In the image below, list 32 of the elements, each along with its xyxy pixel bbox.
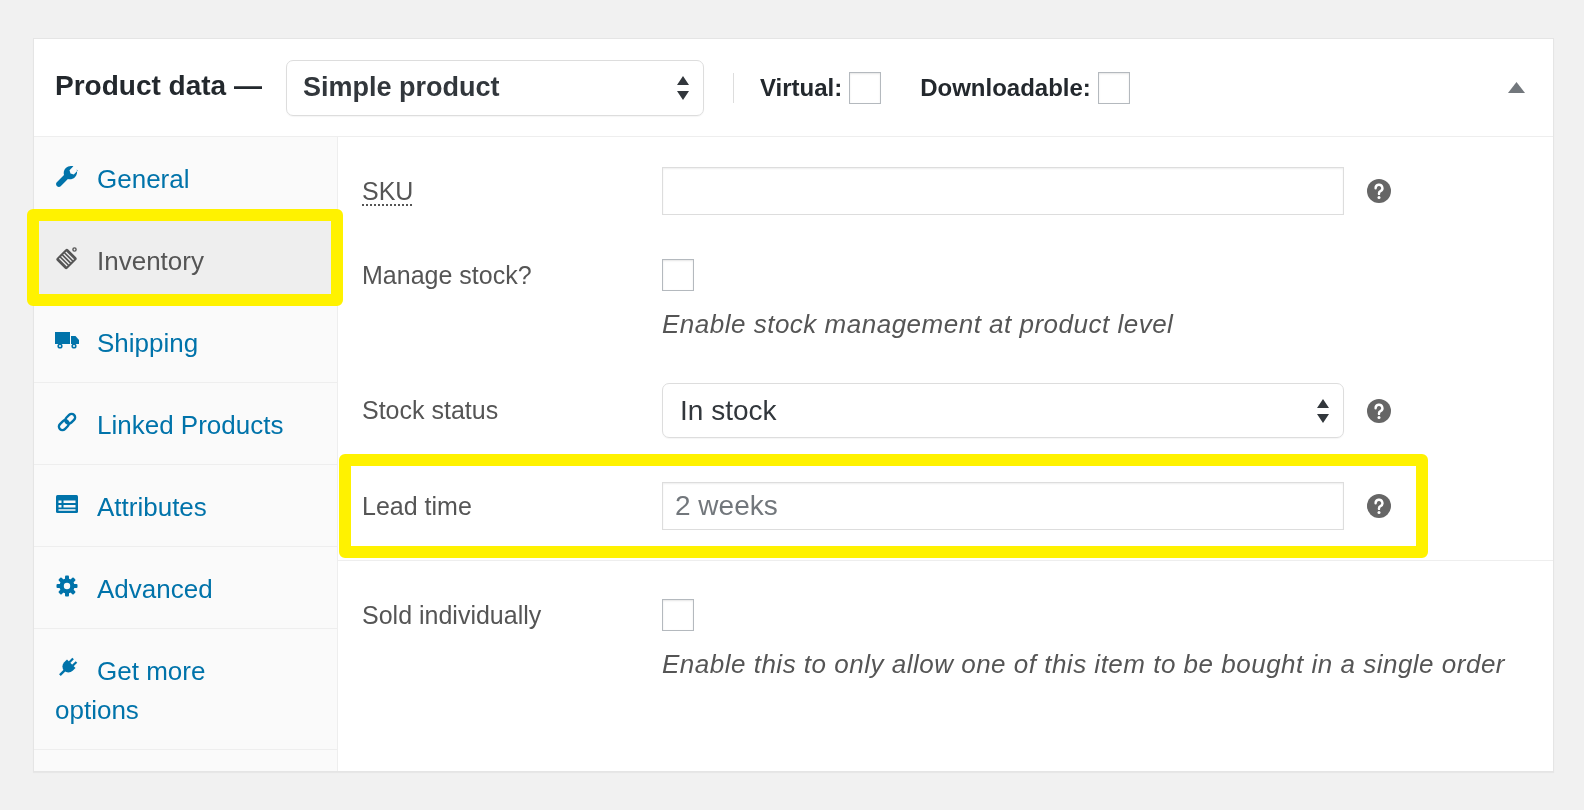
product-type-select[interactable]: Simple product (285, 59, 704, 116)
field-description: Enable stock management at product level (662, 309, 1174, 339)
sidebar-tab[interactable]: Linked Products (34, 383, 337, 465)
text-input[interactable]: 2 weeks (662, 482, 1344, 530)
field-description: Enable this to only allow one of this item to be bought in a single order (662, 649, 1505, 679)
sidebar-tab[interactable]: General (34, 137, 337, 219)
option-label: Downloadable: (920, 73, 1091, 102)
sidebar-tab[interactable]: Advanced (34, 547, 337, 629)
sidebar-tab[interactable]: Attributes (34, 465, 337, 547)
checkbox[interactable] (849, 71, 882, 104)
field-label: Sold individually (362, 600, 542, 630)
triangle-icon[interactable] (1508, 82, 1525, 93)
gear-icon (55, 574, 79, 599)
sidebar-tab[interactable]: Get more options (34, 629, 337, 750)
select-arrows-icon (675, 74, 690, 101)
select-arrows-icon (1316, 397, 1330, 424)
checkbox[interactable] (662, 259, 694, 291)
option-label: Virtual: (759, 73, 843, 102)
wrench-icon (55, 164, 79, 189)
field-label: SKU (362, 176, 414, 206)
dropdown-select[interactable]: In stock (662, 383, 1344, 438)
field-label: Stock status (362, 396, 499, 425)
field-label: Manage stock? (362, 260, 532, 290)
help-icon[interactable] (1367, 179, 1391, 203)
help-icon[interactable] (1367, 494, 1391, 518)
text-input[interactable] (662, 167, 1344, 215)
checkbox[interactable] (1097, 71, 1130, 104)
checkbox[interactable] (662, 599, 694, 631)
sidebar-tab[interactable]: Shipping (34, 301, 337, 383)
field-label: Lead time (362, 491, 472, 521)
help-icon[interactable] (1367, 398, 1391, 423)
panel-title: Product data — (55, 69, 262, 102)
